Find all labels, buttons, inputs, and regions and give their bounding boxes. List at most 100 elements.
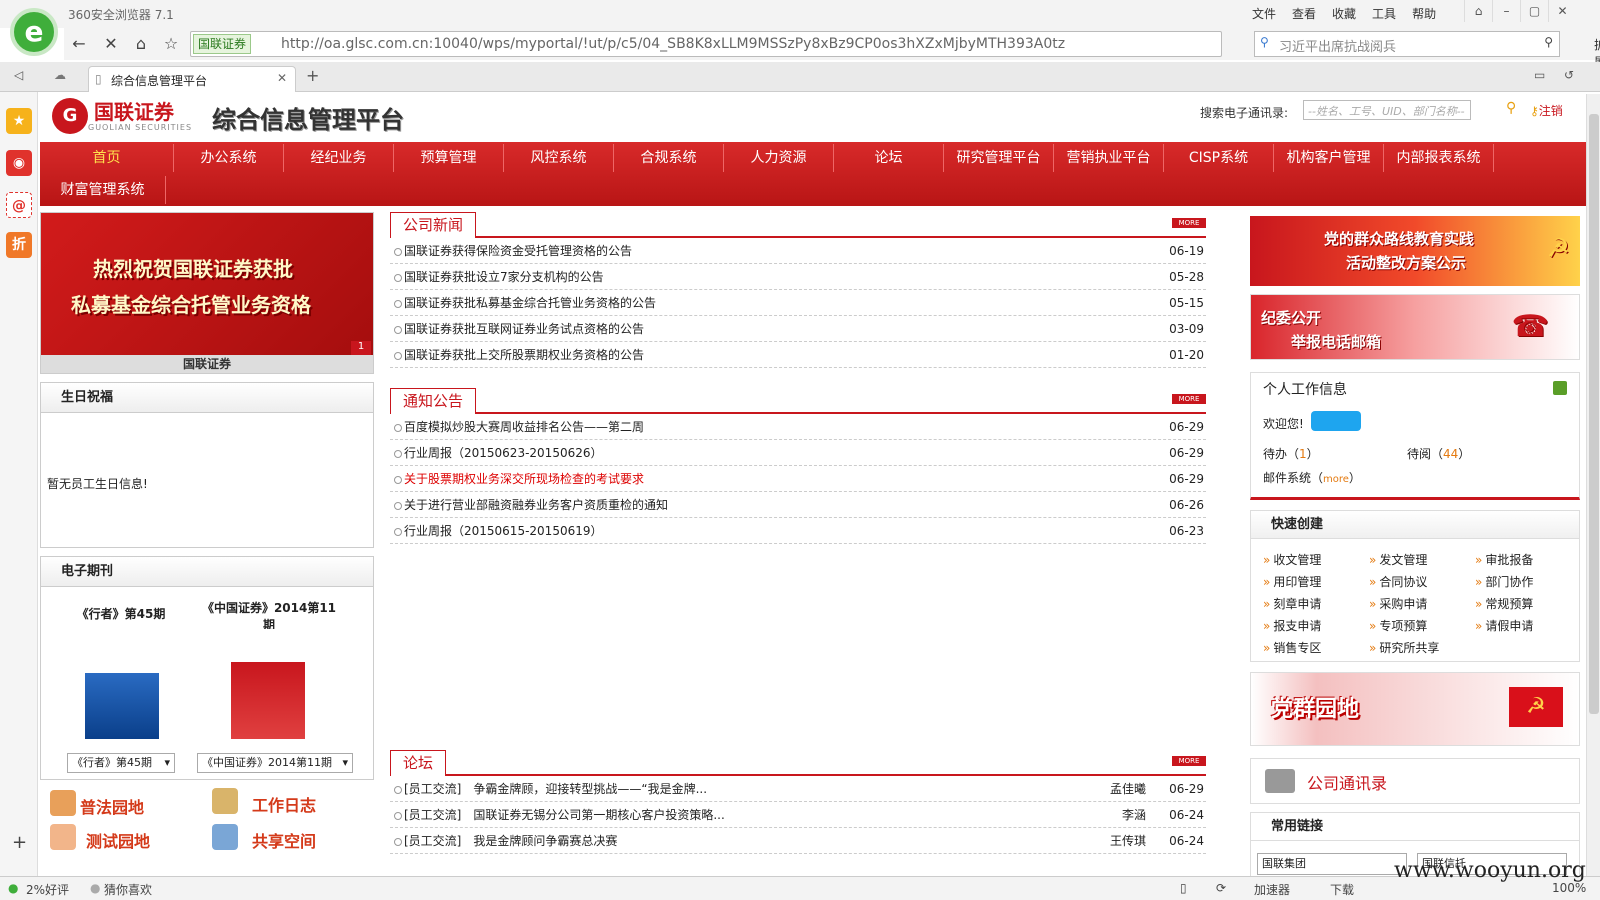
quick-link[interactable]: 报支申请 (1263, 617, 1321, 634)
nav-wealth[interactable]: 财富管理系统 (40, 176, 166, 204)
notice-text[interactable]: 关于股票期权业务深交所现场检查的考试要求 (404, 472, 644, 486)
undo-close-icon[interactable]: ↺ (1564, 68, 1574, 82)
menu-tools[interactable]: 工具 (1372, 5, 1396, 22)
address-bar[interactable]: 国联证券 http://oa.glsc.com.cn:10040/wps/myp… (190, 31, 1222, 57)
quick-link[interactable]: 专项预算 (1369, 617, 1427, 634)
news-text[interactable]: 国联证券获批私募基金综合托管业务资格的公告 (404, 296, 656, 310)
journal-cover-1[interactable] (85, 629, 159, 739)
mail-more[interactable]: more (1323, 474, 1349, 485)
contacts-title[interactable]: 公司通讯录 (1307, 770, 1387, 794)
news-title[interactable]: 公司新闻 (390, 212, 477, 238)
banner-index[interactable]: 1 (351, 341, 371, 355)
quick-link[interactable]: 收文管理 (1263, 551, 1321, 568)
favorite-star-icon[interactable]: ☆ (160, 33, 182, 55)
news-text[interactable]: 国联证券获批设立7家分支机构的公告 (404, 270, 604, 284)
links-select-1[interactable]: 国联集团 (1257, 853, 1407, 875)
status-zoom[interactable]: 100% (1552, 881, 1586, 895)
news-row[interactable]: 国联证券获得保险资金受托管理资格的公告 06-19 (390, 238, 1206, 264)
status-rating[interactable]: 2%好评 (26, 881, 69, 898)
maximize-icon[interactable]: ▢ (1520, 0, 1548, 22)
quick-link[interactable]: 采购申请 (1369, 595, 1427, 612)
mail-icon[interactable]: @ (6, 192, 32, 218)
party-garden-banner[interactable]: 党群园地 ☭ (1250, 672, 1580, 746)
forum-row[interactable]: [员工交流] 我是金牌顾问争霸赛总决赛 王传琪 06-24 (390, 828, 1206, 854)
forum-text[interactable]: [员工交流] 国联证券无锡分公司第一期核心客户投资策略... (404, 808, 725, 822)
nav-forum[interactable]: 论坛 (834, 144, 944, 172)
worklog-icon[interactable] (212, 788, 238, 814)
menu-help[interactable]: 帮助 (1412, 5, 1436, 22)
news-row[interactable]: 国联证券获批上交所股票期权业务资格的公告 01-20 (390, 342, 1206, 368)
forum-text[interactable]: [员工交流] 争霸金牌顾，迎接转型挑战——“我是金牌... (404, 782, 707, 796)
url-text[interactable]: http://oa.glsc.com.cn:10040/wps/myportal… (281, 36, 1101, 52)
quick-link[interactable]: 合同协议 (1369, 573, 1427, 590)
weibo-icon[interactable]: ◉ (6, 150, 32, 176)
minimize-icon[interactable]: – (1492, 0, 1520, 22)
nav-budget[interactable]: 预算管理 (394, 144, 504, 172)
back-icon[interactable]: ← (68, 33, 90, 55)
status-download[interactable]: 下载 (1330, 881, 1354, 898)
journal-name-2[interactable]: 《中国证券》2014第11期 (201, 599, 337, 633)
test-icon[interactable] (50, 824, 76, 850)
party-line-banner[interactable]: 党的群众路线教育实践 活动整改方案公示 ☭ (1250, 216, 1580, 286)
contact-search-input[interactable]: --姓名、工号、UID、部门名称-- (1303, 100, 1471, 120)
notice-text[interactable]: 关于进行营业部融资融券业务客户资质重检的通知 (404, 498, 668, 512)
forum-more[interactable]: MORE (1172, 756, 1206, 766)
forum-text[interactable]: [员工交流] 我是金牌顾问争霸赛总决赛 (404, 834, 617, 848)
quick-link[interactable]: 刻章申请 (1263, 595, 1321, 612)
contact-search-icon[interactable]: ⚲ (1506, 100, 1516, 116)
nav-office[interactable]: 办公系统 (174, 144, 284, 172)
quick-link[interactable]: 请假申请 (1475, 617, 1533, 634)
menu-view[interactable]: 查看 (1292, 5, 1316, 22)
menu-favorites[interactable]: 收藏 (1332, 5, 1356, 22)
nav-compliance[interactable]: 合规系统 (614, 144, 724, 172)
status-accelerator[interactable]: 加速器 (1254, 881, 1290, 898)
contacts-panel[interactable]: 公司通讯录 (1250, 758, 1580, 804)
quick-link[interactable]: 销售专区 (1263, 639, 1321, 656)
cloud-icon[interactable]: ☁ (54, 68, 66, 82)
carousel-banner[interactable]: 热烈祝贺国联证券获批 私募基金综合托管业务资格 1 国联证券 (40, 212, 374, 374)
journal-select-2[interactable]: 《中国证券》2014第11期 (197, 753, 353, 773)
quick-link[interactable]: 发文管理 (1369, 551, 1427, 568)
journal-name-1[interactable]: 《行者》第45期 (71, 605, 171, 622)
mail-item[interactable]: 邮件系统（more） (1263, 469, 1361, 486)
sidebar-toggle-icon[interactable]: ◁ (14, 68, 23, 82)
toread-count[interactable]: 44 (1443, 447, 1458, 461)
notice-row[interactable]: 百度模拟炒股大赛周收益排名公告——第二周 06-29 (390, 414, 1206, 440)
forum-row[interactable]: [员工交流] 争霸金牌顾，迎接转型挑战——“我是金牌... 孟佳曦 06-29 (390, 776, 1206, 802)
tab-close-icon[interactable]: ✕ (277, 71, 287, 85)
quick-link[interactable]: 部门协作 (1475, 573, 1533, 590)
mobile-icon[interactable]: ▯ (1180, 881, 1187, 895)
discount-icon[interactable]: 折 (6, 232, 32, 258)
news-text[interactable]: 国联证券获得保险资金受托管理资格的公告 (404, 244, 632, 258)
link-share[interactable]: 共享空间 (252, 828, 316, 852)
edit-icon[interactable] (1553, 381, 1567, 395)
news-text[interactable]: 国联证券获批上交所股票期权业务资格的公告 (404, 348, 644, 362)
news-text[interactable]: 国联证券获批互联网证券业务试点资格的公告 (404, 322, 644, 336)
menu-file[interactable]: 文件 (1252, 5, 1276, 22)
news-row[interactable]: 国联证券获批设立7家分支机构的公告 05-28 (390, 264, 1206, 290)
notice-row[interactable]: 行业周报（20150615-20150619） 06-23 (390, 518, 1206, 544)
favorites-star-icon[interactable]: ★ (6, 108, 32, 134)
search-engine-icon[interactable]: ⚲ (1260, 35, 1269, 49)
nav-hr[interactable]: 人力资源 (724, 144, 834, 172)
close-icon[interactable]: ✕ (1548, 0, 1576, 22)
page-scrollbar[interactable] (1586, 94, 1600, 876)
link-test[interactable]: 测试园地 (86, 828, 150, 852)
link-worklog[interactable]: 工作日志 (252, 792, 316, 816)
status-guess[interactable]: 猜你喜欢 (104, 881, 152, 898)
tab-list-icon[interactable]: ▭ (1534, 68, 1545, 82)
scrollbar-thumb[interactable] (1589, 114, 1599, 714)
journal-select-1[interactable]: 《行者》第45期 (67, 753, 175, 773)
forum-row[interactable]: [员工交流] 国联证券无锡分公司第一期核心客户投资策略... 李涵 06-24 (390, 802, 1206, 828)
nav-marketing[interactable]: 营销执业平台 (1054, 144, 1164, 172)
stop-icon[interactable]: ✕ (100, 33, 122, 55)
new-tab-icon[interactable]: + (306, 66, 319, 85)
brand-logo[interactable]: G 国联证券 GUOLIAN SECURITIES (52, 98, 192, 134)
home-icon[interactable]: ⌂ (130, 33, 152, 55)
nav-risk[interactable]: 风控系统 (504, 144, 614, 172)
quick-link[interactable]: 审批报备 (1475, 551, 1533, 568)
news-row[interactable]: 国联证券获批私募基金综合托管业务资格的公告 05-15 (390, 290, 1206, 316)
browser-search-box[interactable]: ⚲ 习近平出席抗战阅兵 ⚲ (1254, 31, 1560, 57)
news-more[interactable]: MORE (1172, 218, 1206, 228)
notice-more[interactable]: MORE (1172, 394, 1206, 404)
